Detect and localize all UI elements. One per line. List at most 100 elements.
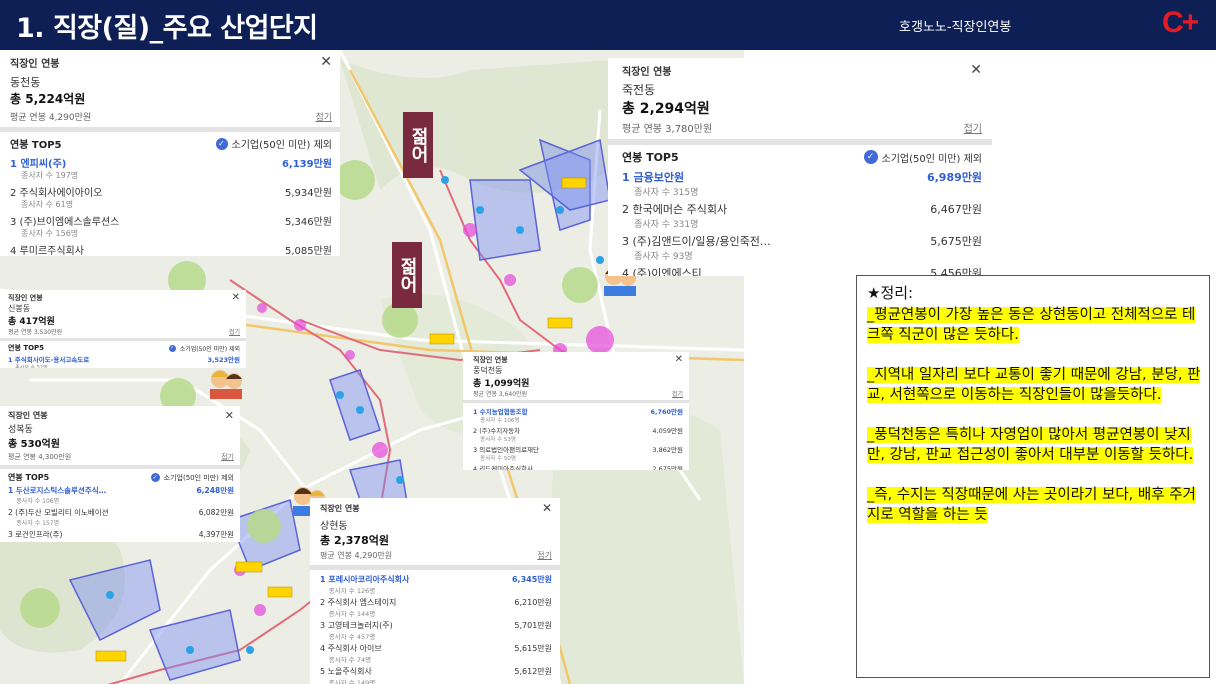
card-label: 직장인 연봉 bbox=[8, 293, 43, 302]
employee-count: 종사자 수 74명 bbox=[328, 656, 372, 664]
source-label: 호갱노노-직장인연봉 bbox=[899, 20, 1012, 35]
card-label: 직장인 연봉 bbox=[473, 355, 508, 364]
exclude-small-checkbox[interactable]: ✓ 소기업(50인 미만) 제외 bbox=[168, 344, 240, 353]
company-salary: 6,248만원 bbox=[196, 486, 234, 495]
company-name: 4 리드케미아주식회사 bbox=[473, 465, 534, 470]
close-icon[interactable]: ✕ bbox=[320, 54, 332, 70]
total-amount: 총 1,099억원 bbox=[473, 379, 530, 389]
dong-name: 성복동 bbox=[8, 425, 33, 435]
company-row[interactable]: 1 포레시아코리아주식회사 6,345만원 종사자 수 126명 bbox=[320, 574, 552, 595]
company-row[interactable]: 2 한국에머슨 주식회사 6,467만원 종사자 수 331명 bbox=[622, 201, 982, 230]
collapse-link[interactable]: 접기 bbox=[537, 550, 552, 561]
employee-count: 종사자 수 157명 bbox=[16, 520, 60, 527]
collapse-link[interactable]: 접기 bbox=[315, 110, 332, 123]
collapse-link[interactable]: 접기 bbox=[964, 120, 982, 135]
company-row[interactable]: 1 수지농업협동조합 6,760만원 종사자 수 106명 bbox=[473, 406, 683, 424]
company-list: 1 금융보안원 6,989만원 종사자 수 315명 2 한국에머슨 주식회사 6,46… bbox=[622, 169, 982, 276]
avg-salary: 평균 연봉 4,300만원 bbox=[8, 453, 72, 461]
company-list: 1 수지농업협동조합 6,760만원 종사자 수 106명 2 (주)수지자동차 4,0… bbox=[473, 406, 683, 470]
collapse-link[interactable]: 접기 bbox=[229, 327, 240, 336]
company-row[interactable]: 5 노을주식회사 5,612만원 종사자 수 149명 bbox=[320, 666, 552, 684]
company-row[interactable]: 3 로건인프라(주) 4,397만원종사자 수 138명 bbox=[8, 529, 234, 542]
company-row[interactable]: 3 (주)브이엠에스솔루션스 5,346만원 종사자 수 156명 bbox=[10, 213, 332, 239]
summary-box: ★정리: _평균연봉이 가장 높은 동은 상현동이고 전체적으로 테크쪽 직군이… bbox=[856, 275, 1210, 678]
employee-count: 종사자 수 53명 bbox=[480, 437, 516, 443]
person-icon bbox=[210, 370, 242, 399]
company-list: 1 엔피씨(주) 6,139만원 종사자 수 197명 2 주식회사에이아이오 5,93… bbox=[10, 155, 332, 256]
company-salary: 6,760만원 bbox=[650, 408, 683, 416]
close-icon[interactable]: ✕ bbox=[232, 292, 240, 303]
salary-card-sanghyeon: 직장인 연봉 ✕ 상현동 총 2,378억원 평균 연봉 4,290만원 접기 … bbox=[310, 498, 560, 684]
divider bbox=[310, 565, 560, 570]
company-salary: 3,862만원 bbox=[652, 446, 683, 454]
salary-card-dongcheon: 직장인 연봉 ✕ 동천동 총 5,224억원 평균 연봉 4,290만원 접기 … bbox=[0, 50, 340, 256]
employee-count: 종사자 수 315명 bbox=[634, 188, 699, 198]
company-row[interactable]: 4 주식회사 아이브 5,615만원 종사자 수 74명 bbox=[320, 643, 552, 664]
company-row[interactable]: 2 주식회사 엠스테이지 6,210만원 종사자 수 144명 bbox=[320, 597, 552, 618]
exclude-small-checkbox[interactable]: ✓ 소기업(50인 미만) 제외 bbox=[863, 150, 982, 165]
company-salary: 4,059만원 bbox=[652, 427, 683, 435]
divider bbox=[0, 127, 340, 132]
total-amount: 총 417억원 bbox=[8, 317, 55, 327]
divider bbox=[0, 338, 246, 341]
company-name: 1 포레시아코리아주식회사 bbox=[320, 575, 410, 584]
company-salary: 5,346만원 bbox=[284, 217, 332, 228]
company-list: 1 포레시아코리아주식회사 6,345만원 종사자 수 126명 2 주식회사 엠스테… bbox=[320, 574, 552, 684]
company-name: 1 주식회사이도-용서고속도로 bbox=[8, 356, 90, 364]
company-name: 3 (주)김앤드이/일용/용인죽전… bbox=[622, 235, 771, 248]
summary-point-4: _즉, 수지는 직장때문에 사는 곳이라기 보다, 배후 주거지로 역할을 하는… bbox=[867, 487, 1196, 523]
company-name: 5 노을주식회사 bbox=[320, 667, 372, 676]
salary-card-pungdeokcheon: 직장인 연봉 ✕ 풍덕천동 총 1,099억원 평균 연봉 3,640만원 접기… bbox=[463, 352, 689, 470]
close-icon[interactable]: ✕ bbox=[225, 409, 234, 422]
company-salary: 2,675만원 bbox=[652, 465, 683, 470]
company-row[interactable]: 3 의료법인아팬의료재단 3,862만원 종사자 수 50명 bbox=[473, 444, 683, 462]
collapse-link[interactable]: 접기 bbox=[672, 389, 683, 398]
company-row[interactable]: 4 루미르주식회사5,085만원종사자 수 71명 bbox=[10, 242, 332, 256]
company-row[interactable]: 1 두산로지스틱스솔루션주식… 6,248만원 종사자 수 106명 bbox=[8, 485, 234, 505]
company-salary: 5,934만원 bbox=[284, 188, 332, 199]
title-bar: 1. 직장(질)_주요 산업단지 호갱노노-직장인연봉 C+ bbox=[0, 0, 1216, 50]
total-amount: 총 5,224억원 bbox=[10, 92, 86, 106]
collapse-link[interactable]: 접기 bbox=[221, 452, 234, 462]
company-name: 4 (주)이엔에스티 bbox=[622, 267, 702, 276]
close-icon[interactable]: ✕ bbox=[542, 501, 552, 515]
employee-count: 종사자 수 144명 bbox=[328, 610, 376, 618]
check-icon: ✓ bbox=[863, 150, 878, 164]
company-row[interactable]: 2 (주)두산 모빌리티 이노베이션 6,082만원 종사자 수 157명 bbox=[8, 507, 234, 527]
checkbox-label: 소기업(50인 미만) 제외 bbox=[163, 473, 234, 482]
company-row[interactable]: 1 주식회사이도-용서고속도로 3,523만원종사자 수 52명 bbox=[8, 354, 240, 368]
company-row[interactable]: 4 리드케미아주식회사2,675만원종사자 수 60명 bbox=[473, 463, 683, 470]
employee-count: 종사자 수 52명 bbox=[15, 365, 48, 368]
company-row[interactable]: 1 엔피씨(주) 6,139만원 종사자 수 197명 bbox=[10, 155, 332, 181]
company-salary: 5,701만원 bbox=[514, 621, 552, 630]
dong-name: 신봉동 bbox=[8, 304, 31, 313]
company-row[interactable]: 3 (주)김앤드이/일용/용인죽전… 5,675만원 종사자 수 93명 bbox=[622, 233, 982, 262]
company-row[interactable]: 2 주식회사에이아이오 5,934만원 종사자 수 61명 bbox=[10, 184, 332, 210]
card-label: 직장인 연봉 bbox=[622, 66, 672, 78]
sticker-young-2: 젊어 bbox=[392, 242, 422, 308]
company-salary: 6,345만원 bbox=[511, 575, 552, 584]
employee-count: 종사자 수 331명 bbox=[634, 220, 699, 230]
exclude-small-checkbox[interactable]: ✓ 소기업(50인 미만) 제외 bbox=[215, 136, 332, 151]
total-amount: 총 2,378억원 bbox=[320, 534, 389, 547]
company-row[interactable]: 2 (주)수지자동차 4,059만원 종사자 수 53명 bbox=[473, 425, 683, 443]
dong-name: 상현동 bbox=[320, 521, 348, 532]
close-icon[interactable]: ✕ bbox=[675, 354, 683, 365]
company-salary: 5,085만원 bbox=[284, 246, 332, 256]
employee-count: 종사자 수 156명 bbox=[21, 229, 79, 238]
company-row[interactable]: 3 고영테크놀러지(주) 5,701만원 종사자 수 457명 bbox=[320, 620, 552, 641]
card-label: 직장인 연봉 bbox=[10, 58, 60, 70]
company-row[interactable]: 1 금융보안원 6,989만원 종사자 수 315명 bbox=[622, 169, 982, 198]
exclude-small-checkbox[interactable]: ✓ 소기업(50인 미만) 제외 bbox=[150, 473, 234, 483]
top5-heading: 연봉 TOP5 bbox=[8, 344, 45, 352]
company-salary: 3,523만원 bbox=[207, 356, 240, 364]
salary-card-jukjeon: 직장인 연봉 ✕ 죽전동 총 2,294억원 평균 연봉 3,780만원 접기 … bbox=[608, 58, 992, 276]
company-salary: 6,082만원 bbox=[198, 508, 234, 517]
salary-card-sinbong: 직장인 연봉 ✕ 신봉동 총 417억원 평균 연봉 3,530만원 접기 연봉… bbox=[0, 290, 246, 368]
summary-title: ★정리: bbox=[867, 284, 914, 302]
company-name: 1 두산로지스틱스솔루션주식… bbox=[8, 486, 107, 495]
employee-count: 종사자 수 61명 bbox=[21, 200, 74, 209]
close-icon[interactable]: ✕ bbox=[970, 62, 982, 78]
avg-salary: 평균 연봉 4,290만원 bbox=[10, 113, 92, 123]
company-name: 4 루미르주식회사 bbox=[10, 246, 84, 256]
